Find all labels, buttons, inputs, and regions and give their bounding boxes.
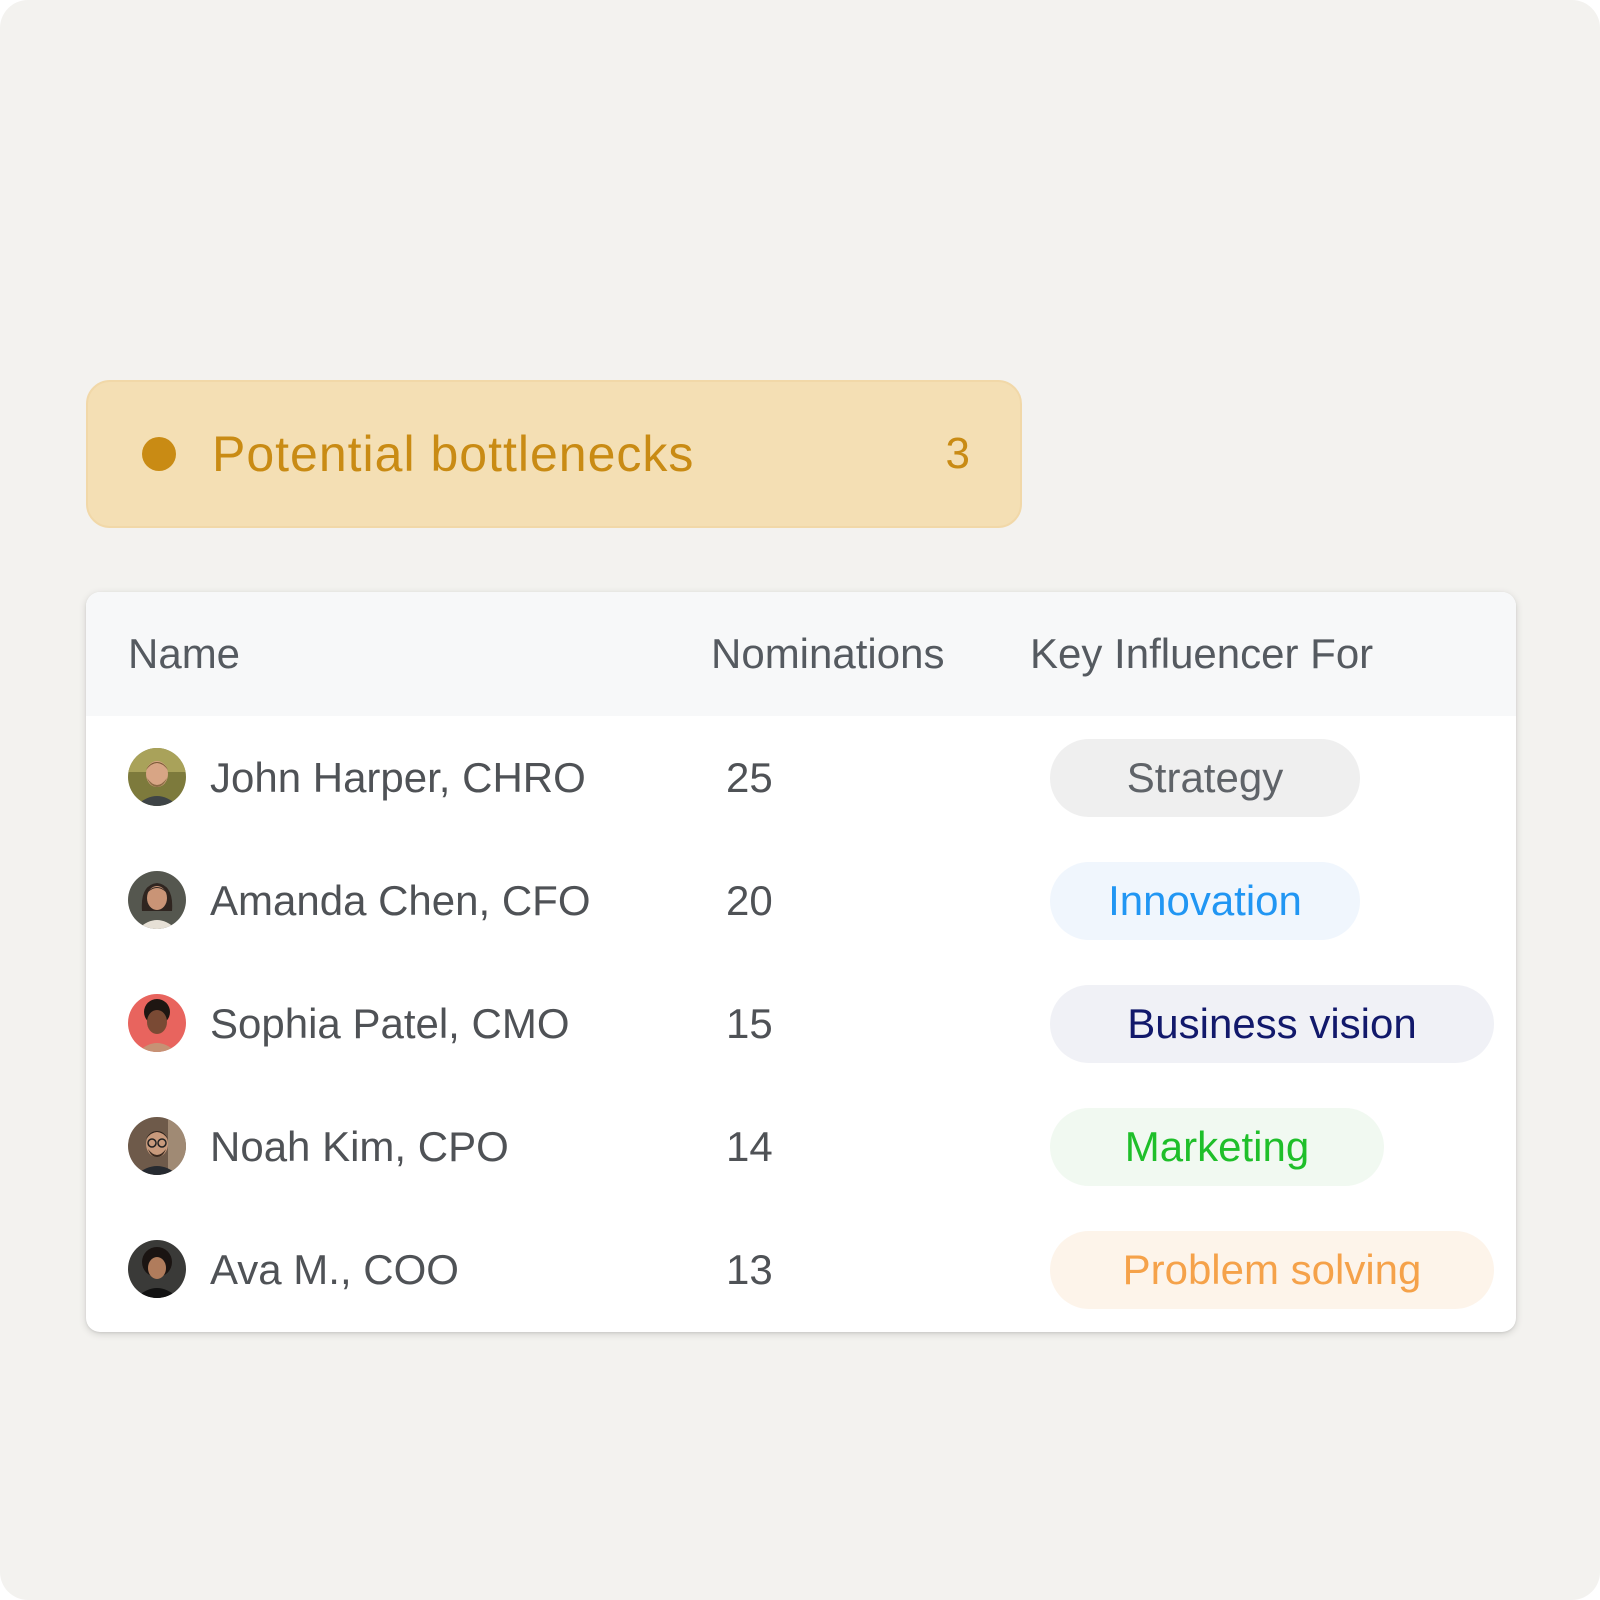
influencer-tag[interactable]: Innovation (1050, 862, 1360, 940)
person-name: Noah Kim, CPO (210, 1123, 509, 1170)
man-glasses-avatar-icon (128, 1117, 186, 1175)
bottlenecks-banner[interactable]: Potential bottlenecks 3 (86, 380, 1022, 528)
nominations-count: 13 (726, 1246, 773, 1293)
influencer-tag[interactable]: Strategy (1050, 739, 1360, 817)
status-dot-icon (142, 437, 176, 471)
person-name: Ava M., COO (210, 1246, 459, 1293)
influencers-table: Name Nominations Key Influencer For John… (86, 592, 1516, 1332)
woman-long-hair-avatar-icon (128, 871, 186, 929)
canvas: Potential bottlenecks 3 Name Nominations… (0, 0, 1600, 1600)
nominations-count: 15 (726, 1000, 773, 1047)
banner-count: 3 (945, 429, 970, 478)
column-header-name[interactable]: Name (128, 592, 240, 716)
person-name: Sophia Patel, CMO (210, 1000, 570, 1047)
table-row[interactable]: Ava M., COO 13 Problem solving (86, 1208, 1516, 1331)
table-row[interactable]: Amanda Chen, CFO 20 Innovation (86, 839, 1516, 962)
influencer-tag[interactable]: Marketing (1050, 1108, 1384, 1186)
nominations-count: 25 (726, 754, 773, 801)
table-header: Name Nominations Key Influencer For (86, 592, 1516, 716)
nominations-count: 14 (726, 1123, 773, 1170)
person-name: Amanda Chen, CFO (210, 877, 591, 924)
woman-curly-dark-avatar-icon (128, 1240, 186, 1298)
column-header-nominations[interactable]: Nominations (711, 592, 944, 716)
man-beard-avatar-icon (128, 748, 186, 806)
woman-curly-hair-avatar-icon (128, 994, 186, 1052)
influencer-tag[interactable]: Problem solving (1050, 1231, 1494, 1309)
column-header-key-influencer[interactable]: Key Influencer For (1030, 592, 1373, 716)
table-row[interactable]: John Harper, CHRO 25 Strategy (86, 716, 1516, 839)
table-row[interactable]: Noah Kim, CPO 14 Marketing (86, 1085, 1516, 1208)
person-name: John Harper, CHRO (210, 754, 586, 801)
nominations-count: 20 (726, 877, 773, 924)
table-row[interactable]: Sophia Patel, CMO 15 Business vision (86, 962, 1516, 1085)
banner-title: Potential bottlenecks (212, 426, 695, 482)
influencer-tag[interactable]: Business vision (1050, 985, 1494, 1063)
